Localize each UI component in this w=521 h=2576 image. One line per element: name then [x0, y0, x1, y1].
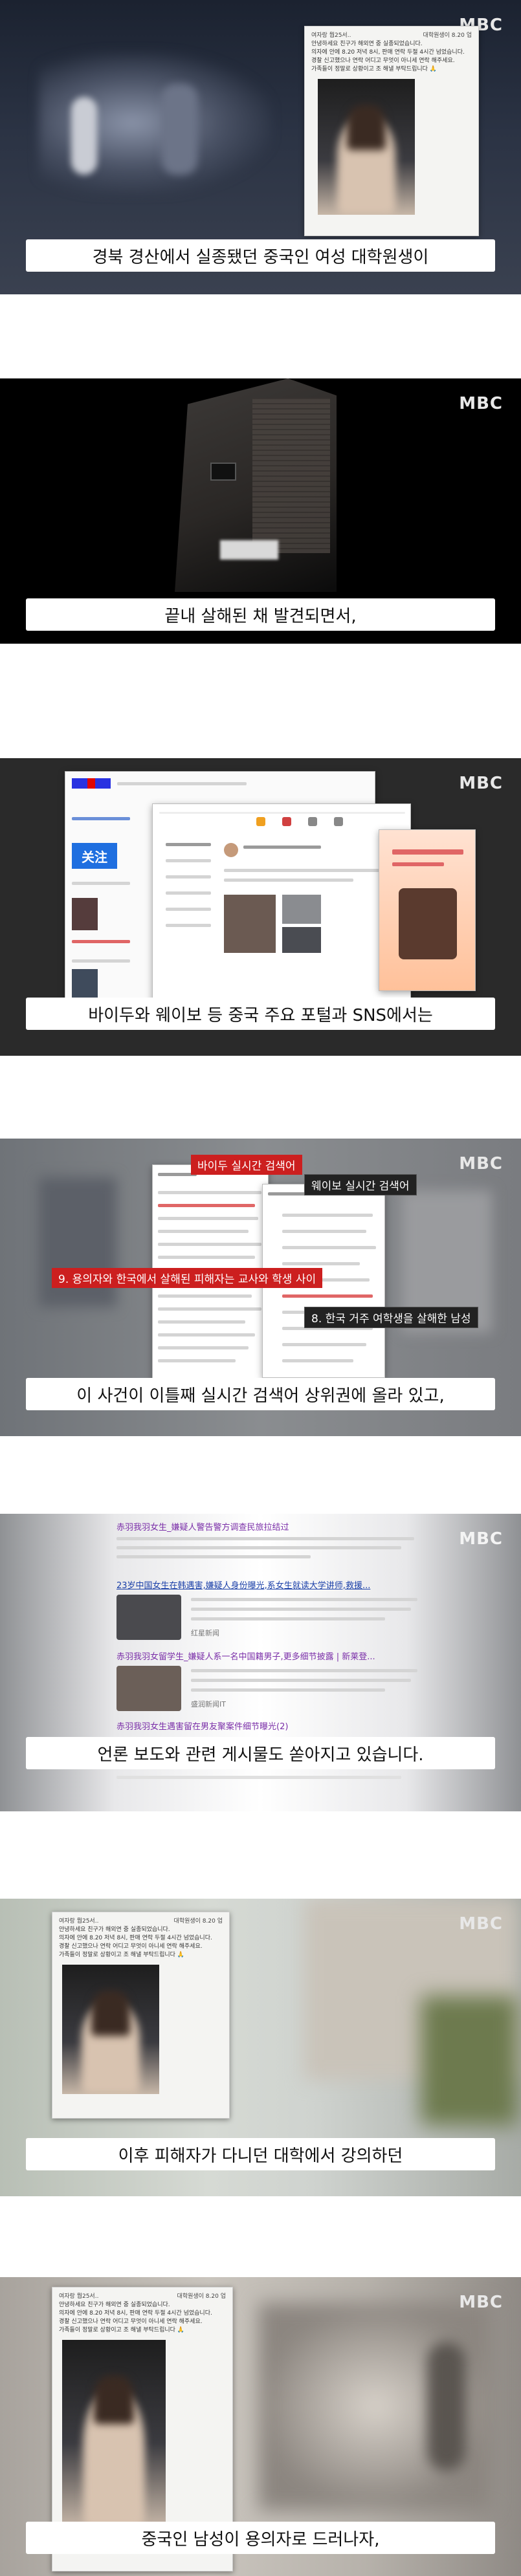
baidu-highlighted-item: 9. 용의자와 한국에서 살해된 피해자는 교사와 학생 사이: [52, 1268, 323, 1288]
post-line: 경찰 신고했으나 연락 어디고 무엇이 아니세 연락 해주세요.: [59, 2319, 203, 2326]
post-line: 가족들이 정말로 상황이고 조 해낼 부탁드립니다 🙏: [311, 66, 437, 73]
mbc-logo: MBC: [459, 774, 503, 793]
post-line: 안녕하세요 친구가 해외연 중 실종되었습니다.: [59, 2302, 170, 2309]
post-line: 의자에 안에 8.20 저녁 8시, 판매 연락 두절 4시간 넘었습니다.: [59, 2310, 212, 2317]
post-author: 여자랑 뭡25서..: [311, 32, 351, 39]
blurred-figure-left: [71, 97, 97, 175]
post-line: 경찰 신고했으나 연락 어디고 무엇이 아니세 연락 해주세요.: [59, 1943, 203, 1950]
subtitle-caption: 경북 경산에서 실종됐던 중국인 여성 대학원생이: [26, 239, 495, 272]
weibo-post-image: [224, 895, 276, 953]
follow-button[interactable]: 关注: [72, 843, 117, 869]
news-headline[interactable]: 赤羽我羽女留学生_嫌疑人系一名中国籍男子,更多细节披露 | 新莱登...: [116, 1650, 421, 1662]
video-frame-1: MBC 여자랑 뭡25서.. 대학원생이 8.20 업 안녕하세요 친구가 해외…: [0, 0, 521, 294]
building-light: [220, 540, 278, 560]
blurred-victim-photo: [318, 79, 415, 215]
news-source: 红星新闻: [191, 1629, 219, 1637]
subtitle-caption: 중국인 남성이 용의자로 드러나자,: [26, 2522, 495, 2554]
video-frame-3: MBC 关注 바이두와 웨이보 등 중국 주요 포털과 SNS에서는: [0, 758, 521, 1056]
video-frame-4: MBC 바이두 실시간 검색어 웨이보 실시간 검색어 9. 용의자와 한국에서…: [0, 1139, 521, 1436]
blurred-victim-photo: [62, 2340, 166, 2528]
missing-person-post-card: 여자랑 뭡25서.. 대학원생이 8.20 업 안녕하세요 친구가 해외연 중 …: [304, 26, 479, 236]
post-line: 안녕하세요 친구가 해외연 중 실종되었습니다.: [311, 41, 423, 48]
building-brick-wall: [252, 398, 330, 553]
subtitle-caption: 끝내 살해된 채 발견되면서,: [26, 598, 495, 631]
baidu-hot-search-label: 바이두 실시간 검색어: [191, 1155, 302, 1175]
thumbnail-image: [72, 969, 98, 1001]
mbc-logo: MBC: [459, 2293, 503, 2312]
blurred-victim-photo: [62, 1965, 159, 2095]
video-frame-2: MBC 끝내 살해된 채 발견되면서,: [0, 378, 521, 644]
weibo-nav-icon: [256, 817, 265, 826]
weibo-page-screenshot: [152, 803, 411, 1017]
weibo-hot-search-label: 웨이보 실시간 검색어: [304, 1174, 417, 1195]
news-thumbnail: [116, 1666, 181, 1711]
weibo-app-banner: [379, 829, 476, 991]
post-time: 대학원생이 8.20 업: [177, 2293, 226, 2300]
weibo-highlighted-item: 8. 한국 거주 여학생을 살해한 남성: [304, 1307, 478, 1328]
weibo-nav-icon: [334, 817, 343, 826]
thumbnail-image: [72, 898, 98, 930]
subtitle-caption: 이후 피해자가 다니던 대학에서 강의하던: [26, 2138, 495, 2170]
post-time: 대학원생이 8.20 업: [423, 32, 472, 39]
video-frame-7: MBC 여자랑 뭡25서.. 대학원생이 8.20 업 안녕하세요 친구가 해외…: [0, 2277, 521, 2576]
weibo-nav-icon: [308, 817, 317, 826]
weibo-post-image: [282, 927, 321, 953]
post-line: 경찰 신고했으나 연락 어디고 무엇이 아니세 연락 해주세요.: [311, 58, 455, 65]
blurred-person: [427, 2342, 466, 2471]
mbc-logo: MBC: [459, 394, 503, 413]
mbc-logo: MBC: [459, 1529, 503, 1549]
post-author: 여자랑 뭡25서..: [59, 2293, 99, 2300]
mbc-logo: MBC: [459, 1154, 503, 1173]
weibo-nav-icon: [282, 817, 291, 826]
subtitle-caption: 언론 보도와 관련 게시물도 쏟아지고 있습니다.: [26, 1737, 495, 1769]
post-line: 의자에 안에 8.20 저녁 8시, 판매 연락 두절 4시간 넘었습니다.: [59, 1935, 212, 1942]
news-headline[interactable]: 赤羽我羽女生遇害留在男友聚案件细节曝光(2): [116, 1719, 421, 1732]
post-time: 대학원생이 8.20 업: [173, 1918, 223, 1925]
subtitle-caption: 이 사건이 이틀째 실시간 검색어 상위권에 올라 있고,: [26, 1378, 495, 1410]
post-line: 안녕하세요 친구가 해외연 중 실종되었습니다.: [59, 1927, 170, 1934]
blurred-figure-center: [162, 84, 197, 175]
news-thumbnail: [116, 1595, 181, 1640]
weibo-avatar: [224, 843, 238, 857]
news-headline[interactable]: 赤羽我羽女生_嫌疑人警告警方调查民旅拉结过: [116, 1520, 421, 1533]
post-line: 가족들이 정말로 상황이고 조 해낼 부탁드립니다 🙏: [59, 1952, 184, 1959]
blurred-tree: [421, 1996, 518, 2125]
banner-photo: [399, 888, 457, 959]
post-line: 의자에 안에 8.20 저녁 8시, 판매 연락 두절 4시간 넘었습니다.: [311, 49, 465, 56]
post-author: 여자랑 뭡25서..: [59, 1918, 99, 1925]
video-frame-5: MBC 赤羽我羽女生_嫌疑人警告警方调查民旅拉结过 23岁中国女生在韩遇害,嫌疑…: [0, 1514, 521, 1811]
mbc-logo: MBC: [459, 1914, 503, 1934]
video-frame-6: MBC 여자랑 뭡25서.. 대학원생이 8.20 업 안녕하세요 친구가 해외…: [0, 1899, 521, 2196]
post-line: 가족들이 정말로 상황이고 조 해낼 부탁드립니다 🙏: [59, 2327, 184, 2334]
weibo-post-image: [282, 895, 321, 924]
missing-person-post-card: 여자랑 뭡25서.. 대학원생이 8.20 업 안녕하세요 친구가 해외연 중 …: [52, 1912, 230, 2119]
news-headline[interactable]: 23岁中国女生在韩遇害,嫌疑人身份曝光,系女生就读大学讲师,救援...: [116, 1578, 421, 1591]
building-window: [210, 463, 236, 481]
news-source: 盛润新闻IT: [191, 1700, 226, 1708]
subtitle-caption: 바이두와 웨이보 등 중국 주요 포털과 SNS에서는: [26, 998, 495, 1030]
baidu-logo: [72, 778, 111, 789]
